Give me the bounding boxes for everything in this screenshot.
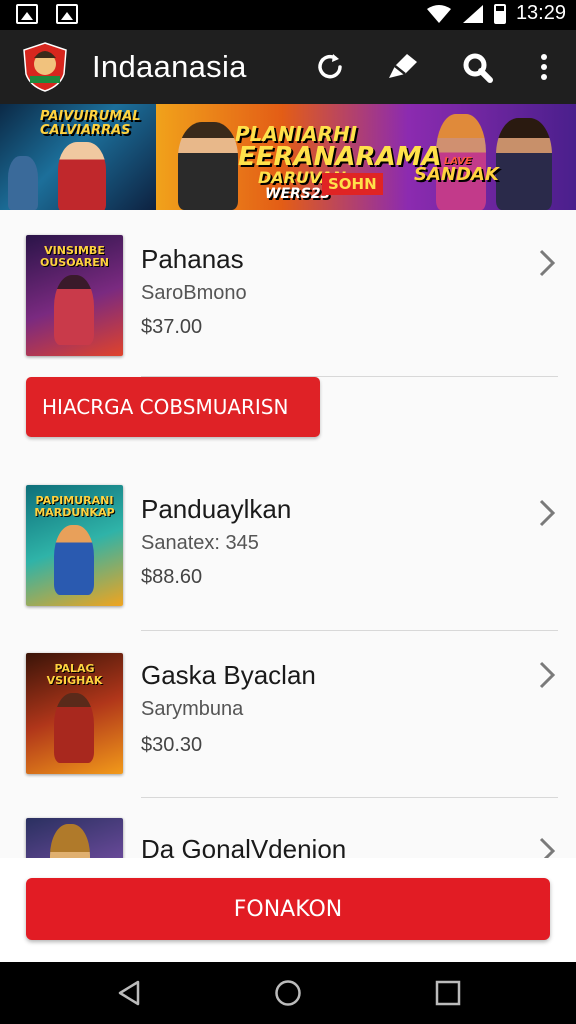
banner-hero-figure <box>58 142 106 210</box>
banner-side-figure <box>8 156 38 210</box>
banner-fighter-figure <box>496 118 552 210</box>
list-item[interactable]: PAPIMURANI MARDUNKAP Panduaylkan Sanatex… <box>0 460 576 631</box>
game-thumbnail <box>26 818 123 858</box>
game-thumbnail: PALAG VSIGHAK <box>26 653 123 774</box>
thumbnail-title: PALAG VSIGHAK <box>46 662 103 687</box>
list-item[interactable]: VINSIMBE OUSOAREN Pahanas SaroBmono $37.… <box>0 210 576 377</box>
thumbnail-hero <box>50 824 90 858</box>
list-item[interactable]: PALAG VSIGHAK Gaska Byaclan Sarymbuna $3… <box>0 630 576 798</box>
item-subtitle: Sanatex: 345 <box>141 532 259 554</box>
wifi-icon <box>426 4 451 23</box>
gallery-notification-icon <box>56 4 78 24</box>
thumbnail-title: PAPIMURANI MARDUNKAP <box>34 494 115 519</box>
search-icon <box>463 53 493 83</box>
item-subtitle: SaroBmono <box>141 282 247 304</box>
item-price: $30.30 <box>141 734 203 756</box>
game-thumbnail: VINSIMBE OUSOAREN <box>26 235 123 356</box>
item-price: $37.00 <box>141 316 203 338</box>
overflow-menu-button[interactable] <box>528 49 560 85</box>
thumbnail-title: VINSIMBE OUSOAREN <box>40 244 109 269</box>
search-button[interactable] <box>459 49 495 85</box>
compose-button[interactable] <box>384 49 420 85</box>
item-title: Da GonalVdenion <box>141 834 347 858</box>
promo-tag-button[interactable]: HIACRGA COBSMUARISN <box>26 377 320 437</box>
notification-icons <box>16 4 78 24</box>
system-nav-bar <box>0 962 576 1024</box>
app-bar: Indaanasia <box>0 30 576 104</box>
item-subtitle: Sarymbuna <box>141 698 244 720</box>
bottom-action-area: FONAKON <box>0 858 576 962</box>
promo-banner[interactable]: PAIVUIRUMAL CALVIARRAS PLANIARHI EERANAR… <box>0 104 576 210</box>
list-item[interactable]: Da GonalVdenion <box>0 798 576 858</box>
status-bar: 13:29 <box>0 0 576 30</box>
app-title: Indaanasia <box>92 49 247 84</box>
refresh-icon <box>318 54 342 79</box>
back-button[interactable] <box>114 978 144 1008</box>
item-title: Panduaylkan <box>141 494 292 524</box>
thumbnail-hero <box>54 693 94 763</box>
chevron-right-icon <box>539 837 556 858</box>
item-title: Gaska Byaclan <box>141 660 316 690</box>
home-circle-icon <box>275 980 301 1006</box>
pen-icon <box>389 54 417 78</box>
status-time: 13:29 <box>515 2 566 24</box>
banner-right-text: SANDAK <box>414 164 499 185</box>
banner-player-figure <box>178 122 238 210</box>
primary-action-button[interactable]: FONAKON <box>26 878 550 940</box>
refresh-button[interactable] <box>312 49 348 85</box>
more-vert-icon <box>541 54 547 80</box>
item-title: Pahanas <box>141 244 244 274</box>
recents-square-icon <box>435 980 461 1006</box>
banner-line-4: WERS23 <box>265 186 331 202</box>
signal-icon <box>462 4 483 23</box>
banner-left-text: PAIVUIRUMAL CALVIARRAS <box>40 109 141 138</box>
banner-badge: SOHN <box>322 173 383 195</box>
app-logo-icon[interactable] <box>22 42 68 92</box>
thumbnail-hero <box>54 525 94 595</box>
banner-left-art: PAIVUIRUMAL CALVIARRAS <box>0 104 156 210</box>
chevron-right-icon <box>539 661 556 689</box>
back-triangle-icon <box>118 980 140 1006</box>
battery-icon <box>493 3 506 24</box>
chevron-right-icon <box>539 499 556 527</box>
chevron-right-icon <box>539 249 556 277</box>
game-thumbnail: PAPIMURANI MARDUNKAP <box>26 485 123 606</box>
item-price: $88.60 <box>141 566 203 588</box>
home-button[interactable] <box>273 978 303 1008</box>
recents-button[interactable] <box>433 978 463 1008</box>
image-notification-icon <box>16 4 38 24</box>
game-list: VINSIMBE OUSOAREN Pahanas SaroBmono $37.… <box>0 210 576 858</box>
thumbnail-hero <box>54 275 94 345</box>
